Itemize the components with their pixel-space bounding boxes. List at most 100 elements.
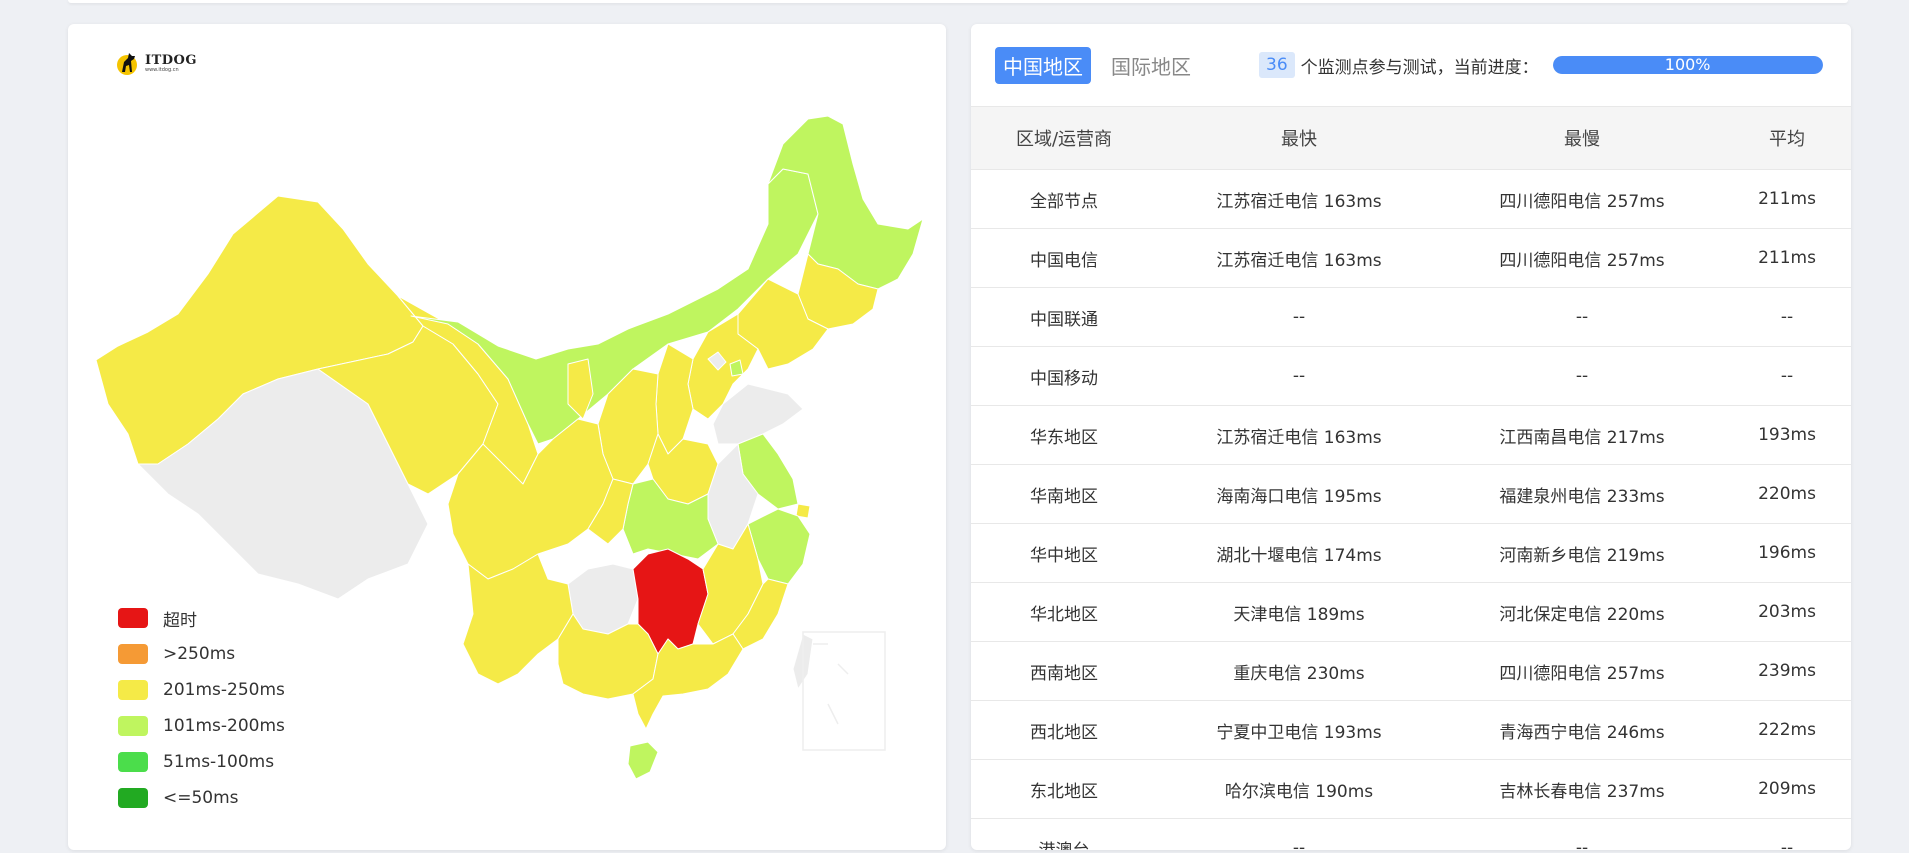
cell-slowest: 河北保定电信 220ms (1441, 582, 1723, 642)
cell-fastest: -- (1157, 287, 1441, 347)
table-row: 港澳台------ (971, 818, 1851, 850)
legend-item-201-250: 201ms-250ms (118, 672, 285, 708)
cell-average: 239ms (1723, 641, 1851, 701)
map-card: ITDOG www.itdog.cn 超时 >250ms 201ms-250ms… (68, 24, 946, 850)
cell-average: 203ms (1723, 582, 1851, 642)
map-legend: 超时 >250ms 201ms-250ms 101ms-200ms 51ms-1… (118, 600, 285, 816)
cell-fastest: 江苏宿迁电信 163ms (1157, 228, 1441, 288)
tab-china[interactable]: 中国地区 (995, 46, 1091, 84)
region-shanxi (655, 343, 694, 455)
cell-fastest: -- (1157, 346, 1441, 406)
cell-average: 211ms (1723, 169, 1851, 229)
region-tabs-bar: 中国地区 国际地区 36 个监测点参与测试，当前进度： 100% (995, 46, 1827, 84)
legend-swatch (118, 788, 148, 808)
cell-fastest: 宁夏中卫电信 193ms (1157, 700, 1441, 760)
cell-region: 西南地区 (971, 641, 1157, 701)
progress-group: 36 个监测点参与测试，当前进度： 100% (1259, 52, 1823, 78)
legend-label: >250ms (163, 644, 236, 664)
progress-bar: 100% (1552, 56, 1823, 74)
cell-average: 211ms (1723, 228, 1851, 288)
legend-item-250plus: >250ms (118, 636, 285, 672)
cell-region: 中国移动 (971, 346, 1157, 406)
cell-region: 全部节点 (971, 169, 1157, 229)
legend-label: 超时 (163, 610, 197, 631)
cell-fastest: 湖北十堰电信 174ms (1157, 523, 1441, 583)
legend-item-51-100: 51ms-100ms (118, 744, 285, 780)
cell-slowest: 四川德阳电信 257ms (1441, 641, 1723, 701)
cell-region: 西北地区 (971, 700, 1157, 760)
table-row: 东北地区 哈尔滨电信 190ms 吉林长春电信 237ms 209ms (971, 759, 1851, 819)
cell-slowest: 河南新乡电信 219ms (1441, 523, 1723, 583)
cell-region: 港澳台 (971, 818, 1157, 850)
cell-average: -- (1723, 346, 1851, 406)
header-average: 平均 (1723, 106, 1851, 170)
cell-slowest: 四川德阳电信 257ms (1441, 169, 1723, 229)
legend-label: 51ms-100ms (163, 752, 275, 772)
cell-region: 华南地区 (971, 464, 1157, 524)
legend-swatch (118, 608, 148, 628)
table-row: 西北地区 宁夏中卫电信 193ms 青海西宁电信 246ms 222ms (971, 700, 1851, 760)
cell-average: 193ms (1723, 405, 1851, 465)
tab-international[interactable]: 国际地区 (1103, 47, 1199, 84)
table-row: 华中地区 湖北十堰电信 174ms 河南新乡电信 219ms 196ms (971, 523, 1851, 583)
cell-slowest: 四川德阳电信 257ms (1441, 228, 1723, 288)
cell-average: -- (1723, 287, 1851, 347)
legend-item-timeout: 超时 (118, 600, 285, 636)
cell-region: 华中地区 (971, 523, 1157, 583)
table-row: 中国联通 -- -- -- (971, 287, 1851, 347)
cell-average: -- (1723, 818, 1851, 850)
table-row: 华北地区 天津电信 189ms 河北保定电信 220ms 203ms (971, 582, 1851, 642)
cell-region: 华东地区 (971, 405, 1157, 465)
legend-item-101-200: 101ms-200ms (118, 708, 285, 744)
header-slowest: 最慢 (1441, 106, 1723, 170)
cell-slowest: 江西南昌电信 217ms (1441, 405, 1723, 465)
table-header-row: 区域/运营商 最快 最慢 平均 (971, 106, 1851, 170)
cell-slowest: 吉林长春电信 237ms (1441, 759, 1723, 819)
progress-percent: 100% (1664, 56, 1711, 74)
legend-label: <=50ms (163, 788, 239, 808)
cell-fastest: 海南海口电信 195ms (1157, 464, 1441, 524)
legend-swatch (118, 716, 148, 736)
cell-average: 196ms (1723, 523, 1851, 583)
latency-table: 区域/运营商 最快 最慢 平均 全部节点 江苏宿迁电信 163ms 四川德阳电信 2… (971, 106, 1851, 850)
cell-region: 中国电信 (971, 228, 1157, 288)
region-hainan (627, 741, 659, 780)
cell-fastest: 哈尔滨电信 190ms (1157, 759, 1441, 819)
table-row: 全部节点 江苏宿迁电信 163ms 四川德阳电信 257ms 211ms (971, 169, 1851, 229)
legend-swatch (118, 644, 148, 664)
region-yunnan (462, 553, 574, 685)
node-count-badge: 36 (1259, 52, 1295, 78)
cell-region: 东北地区 (971, 759, 1157, 819)
cell-slowest: -- (1441, 346, 1723, 406)
cell-fastest: -- (1157, 818, 1441, 850)
legend-swatch (118, 752, 148, 772)
legend-item-under-50: <=50ms (118, 780, 285, 816)
cell-average: 222ms (1723, 700, 1851, 760)
legend-label: 201ms-250ms (163, 680, 285, 700)
cell-region: 华北地区 (971, 582, 1157, 642)
cell-fastest: 天津电信 189ms (1157, 582, 1441, 642)
node-count-label: 个监测点参与测试，当前进度： (1300, 57, 1539, 78)
table-row: 华南地区 海南海口电信 195ms 福建泉州电信 233ms 220ms (971, 464, 1851, 524)
cell-slowest: -- (1441, 818, 1723, 850)
table-row: 中国移动 -- -- -- (971, 346, 1851, 406)
cell-region: 中国联通 (971, 287, 1157, 347)
south-china-sea-inset (802, 631, 886, 751)
header-region: 区域/运营商 (971, 106, 1157, 170)
cell-slowest: 青海西宁电信 246ms (1441, 700, 1723, 760)
cell-average: 220ms (1723, 464, 1851, 524)
cell-average: 209ms (1723, 759, 1851, 819)
cell-fastest: 江苏宿迁电信 163ms (1157, 405, 1441, 465)
top-card-edge (68, 0, 1848, 3)
results-card: 中国地区 国际地区 36 个监测点参与测试，当前进度： 100% 区域/运营商 … (971, 24, 1851, 850)
header-fastest: 最快 (1157, 106, 1441, 170)
legend-label: 101ms-200ms (163, 716, 285, 736)
legend-swatch (118, 680, 148, 700)
cell-fastest: 江苏宿迁电信 163ms (1157, 169, 1441, 229)
table-row: 中国电信 江苏宿迁电信 163ms 四川德阳电信 257ms 211ms (971, 228, 1851, 288)
table-row: 西南地区 重庆电信 230ms 四川德阳电信 257ms 239ms (971, 641, 1851, 701)
cell-slowest: 福建泉州电信 233ms (1441, 464, 1723, 524)
cell-fastest: 重庆电信 230ms (1157, 641, 1441, 701)
cell-slowest: -- (1441, 287, 1723, 347)
table-row: 华东地区 江苏宿迁电信 163ms 江西南昌电信 217ms 193ms (971, 405, 1851, 465)
